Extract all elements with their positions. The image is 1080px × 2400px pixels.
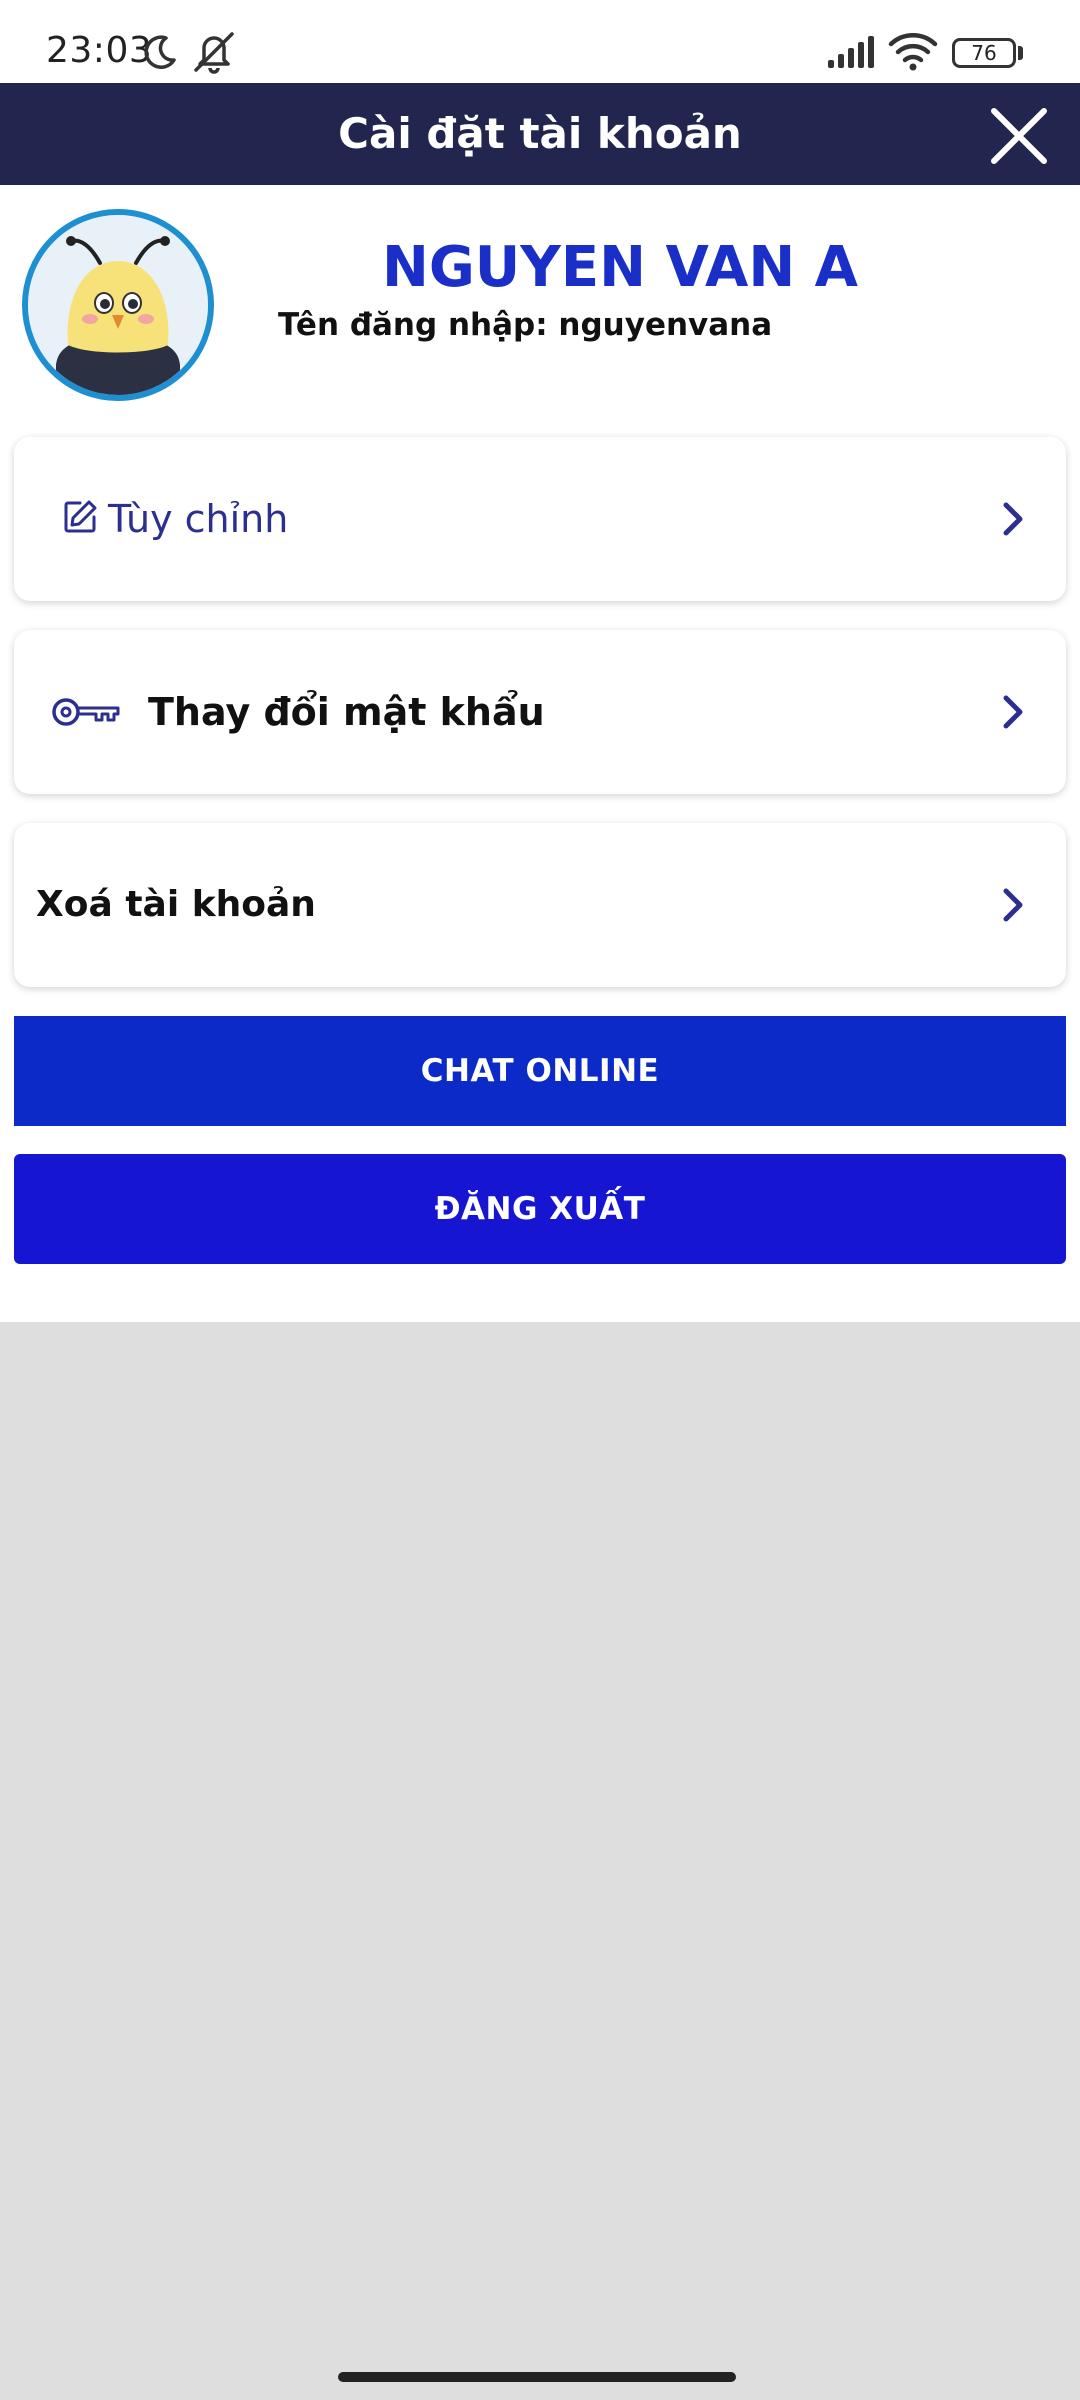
username-label: Tên đăng nhập: nguyenvana bbox=[278, 307, 773, 343]
delete-account-label: Xoá tài khoản bbox=[36, 884, 316, 925]
bee-mascot-icon bbox=[28, 215, 208, 395]
change-password-option[interactable]: Thay đổi mật khẩu bbox=[14, 630, 1066, 794]
chat-online-button[interactable]: CHAT ONLINE bbox=[14, 1016, 1066, 1126]
status-time: 23:03 bbox=[46, 30, 153, 71]
user-full-name: NGUYEN VAN A bbox=[381, 235, 859, 300]
close-button[interactable] bbox=[988, 105, 1050, 167]
key-icon bbox=[50, 692, 122, 736]
status-bar: 23:03 76 bbox=[0, 0, 1080, 83]
change-password-label: Thay đổi mật khẩu bbox=[148, 690, 545, 734]
battery-icon: 76 bbox=[952, 38, 1016, 68]
delete-account-option[interactable]: Xoá tài khoản bbox=[14, 823, 1066, 987]
home-indicator[interactable] bbox=[338, 2372, 736, 2382]
account-settings-screen: 23:03 76 Cài đặt tài khoản NGUYEN VAN A … bbox=[0, 0, 1080, 2400]
chevron-right-icon bbox=[998, 692, 1028, 736]
battery-tip bbox=[1018, 46, 1023, 60]
settings-panel: NGUYEN VAN A Tên đăng nhập: nguyenvana T… bbox=[0, 185, 1080, 1322]
app-header: Cài đặt tài khoản bbox=[0, 83, 1080, 185]
moon-icon bbox=[140, 32, 180, 76]
page-title: Cài đặt tài khoản bbox=[338, 109, 742, 158]
chevron-right-icon bbox=[998, 499, 1028, 543]
signal-icon bbox=[826, 34, 878, 74]
logout-button[interactable]: ĐĂNG XUẤT bbox=[14, 1154, 1066, 1264]
mute-icon bbox=[190, 30, 238, 78]
customize-label: Tùy chỉnh bbox=[108, 497, 289, 541]
close-icon bbox=[991, 108, 1047, 164]
customize-option[interactable]: Tùy chỉnh bbox=[14, 437, 1066, 601]
chevron-right-icon bbox=[998, 885, 1028, 929]
edit-icon bbox=[62, 499, 98, 539]
wifi-icon bbox=[888, 30, 938, 76]
avatar bbox=[22, 209, 214, 401]
